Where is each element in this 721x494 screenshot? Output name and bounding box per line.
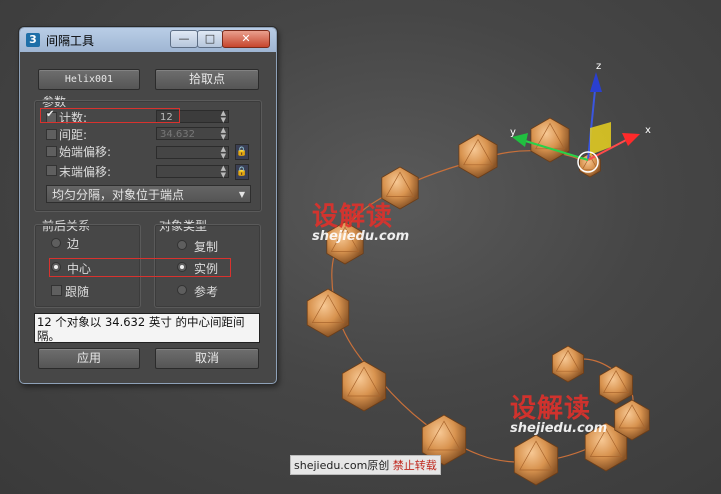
close-icon: ✕ (241, 32, 251, 45)
distribution-dropdown[interactable]: 均匀分隔，对象位于端点 ▼ (46, 185, 251, 203)
footer-watermark: shejiedu.com原创 禁止转载 (290, 455, 441, 475)
copy-radio[interactable] (177, 240, 187, 250)
footer-mid: 原创 (367, 459, 390, 472)
footer-red: 禁止转载 (392, 459, 437, 472)
icosahedron-object[interactable] (341, 360, 387, 412)
icosahedron-object[interactable] (513, 434, 559, 486)
icosahedron-object[interactable] (458, 133, 498, 179)
gizmo-z-label: z (596, 61, 601, 72)
maximize-button[interactable]: □ (197, 30, 223, 48)
watermark-logo: 设解读 shejiedu.com (312, 196, 409, 244)
watermark-logo-2-cn: 设解读 (510, 394, 592, 424)
spinner-arrows-icon[interactable]: ▲ ▼ (221, 127, 226, 141)
count-highlight (40, 108, 180, 123)
end-offset-label: 末端偏移: (59, 165, 112, 179)
watermark-logo-en: shejiedu.com (312, 229, 410, 244)
minimize-icon: — (178, 32, 190, 45)
follow-label: 跟随 (65, 285, 90, 299)
footer-site: shejiedu.com (294, 459, 368, 472)
icosahedron-object[interactable] (306, 288, 350, 338)
maximize-icon: □ (204, 32, 216, 45)
start-offset-label: 始端偏移: (59, 145, 112, 159)
watermark-logo-2: 设解读 shejiedu.com (510, 388, 607, 436)
start-offset-checkbox[interactable] (46, 146, 57, 157)
icosahedron-object[interactable] (552, 345, 584, 383)
spinner-arrows-icon[interactable]: ▲ ▼ (221, 165, 226, 179)
distribution-value: 均匀分隔，对象位于端点 (52, 188, 185, 202)
spacing-value: 34.632 (160, 129, 195, 140)
spinner-arrows-icon[interactable]: ▲ ▼ (221, 146, 226, 160)
spacing-checkbox[interactable] (46, 129, 57, 140)
copy-label: 复制 (194, 240, 219, 254)
reference-label: 参考 (194, 285, 219, 299)
title-bar[interactable]: 3 间隔工具 — □ ✕ (20, 28, 276, 52)
watermark-logo-cn: 设解读 (312, 202, 394, 232)
transform-gizmo[interactable]: z x y (510, 61, 651, 173)
spacing-spinner[interactable]: 34.632 ▲ ▼ (156, 127, 229, 141)
app-icon: 3 (26, 33, 40, 47)
end-offset-checkbox[interactable] (46, 165, 57, 176)
minimize-button[interactable]: — (170, 30, 198, 48)
spacing-tool-dialog: 3 间隔工具 — □ ✕ Helix001 拾取点 参数 计数: 12 ▲▼ 间… (19, 27, 277, 384)
status-text: 12 个对象以 34.632 英寸 的中心间距间隔。 (34, 313, 260, 343)
end-offset-lock-icon[interactable]: 🔒 (235, 164, 249, 180)
spinner-arrows-icon[interactable]: ▲ ▼ (221, 110, 226, 124)
start-offset-spinner[interactable]: ▲ ▼ (156, 146, 229, 160)
pick-path-button[interactable]: Helix001 (38, 69, 140, 90)
center-instance-highlight (49, 258, 231, 277)
chevron-down-icon: ▼ (238, 190, 245, 199)
follow-checkbox[interactable] (51, 285, 62, 296)
apply-button[interactable]: 应用 (38, 348, 140, 369)
context-edge-label: 边 (67, 237, 80, 251)
dialog-title: 间隔工具 (46, 34, 95, 48)
cancel-button[interactable]: 取消 (155, 348, 259, 369)
pick-points-button[interactable]: 拾取点 (155, 69, 259, 90)
context-edge-radio[interactable] (51, 238, 61, 248)
reference-radio[interactable] (177, 285, 187, 295)
gizmo-y-label: y (510, 127, 516, 138)
gizmo-x-label: x (645, 125, 651, 136)
start-offset-lock-icon[interactable]: 🔒 (235, 144, 249, 160)
close-button[interactable]: ✕ (222, 30, 270, 48)
watermark-logo-2-en: shejiedu.com (510, 421, 608, 436)
spacing-label: 间距: (59, 128, 88, 142)
end-offset-spinner[interactable]: ▲ ▼ (156, 165, 229, 179)
icosahedron-object[interactable] (530, 117, 570, 163)
